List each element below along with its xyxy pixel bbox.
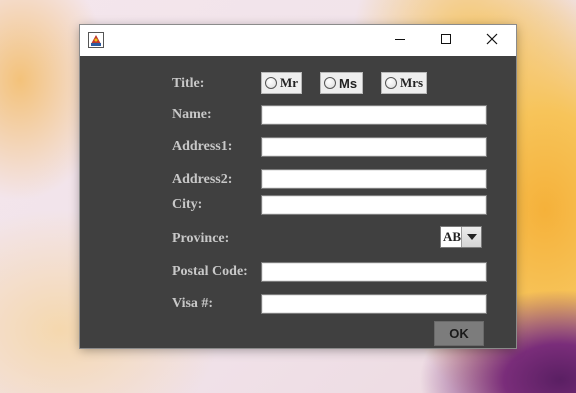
close-icon bbox=[486, 32, 498, 50]
province-label: Province: bbox=[172, 231, 230, 246]
ok-button[interactable]: OK bbox=[434, 321, 484, 346]
name-field[interactable] bbox=[261, 105, 487, 125]
postal-code-field[interactable] bbox=[261, 262, 487, 282]
name-label: Name: bbox=[172, 107, 212, 122]
minimize-button[interactable] bbox=[377, 25, 423, 56]
minimize-icon bbox=[394, 32, 406, 50]
radio-mr[interactable]: Mr bbox=[261, 72, 302, 94]
radio-ms-label: Ms bbox=[339, 75, 358, 91]
radio-mrs[interactable]: Mrs bbox=[381, 72, 427, 94]
chevron-down-icon[interactable] bbox=[461, 227, 481, 247]
radio-circle-icon bbox=[385, 77, 397, 89]
close-button[interactable] bbox=[469, 25, 515, 56]
title-label: Title: bbox=[172, 76, 205, 91]
radio-circle-icon bbox=[324, 77, 336, 89]
address2-label: Address2: bbox=[172, 172, 233, 187]
province-value: AB bbox=[442, 229, 462, 244]
address1-field[interactable] bbox=[261, 137, 487, 157]
radio-ms[interactable]: Ms bbox=[320, 72, 363, 94]
radio-mr-label: Mr bbox=[280, 75, 299, 90]
radio-mrs-label: Mrs bbox=[400, 75, 424, 90]
visa-label: Visa #: bbox=[172, 296, 214, 311]
maximize-icon bbox=[440, 32, 452, 50]
visa-field[interactable] bbox=[261, 294, 487, 314]
city-field[interactable] bbox=[261, 195, 487, 215]
province-select[interactable]: AB bbox=[440, 226, 482, 248]
title-bar[interactable] bbox=[80, 25, 516, 56]
address1-label: Address1: bbox=[172, 139, 233, 154]
address2-field[interactable] bbox=[261, 169, 487, 189]
java-app-icon bbox=[88, 32, 104, 48]
postal-code-label: Postal Code: bbox=[172, 264, 248, 279]
city-label: City: bbox=[172, 197, 203, 212]
maximize-button[interactable] bbox=[423, 25, 469, 56]
dialog-window: Title: Mr Ms Mrs Name: Address1: Address… bbox=[80, 25, 516, 348]
radio-circle-icon bbox=[265, 77, 277, 89]
